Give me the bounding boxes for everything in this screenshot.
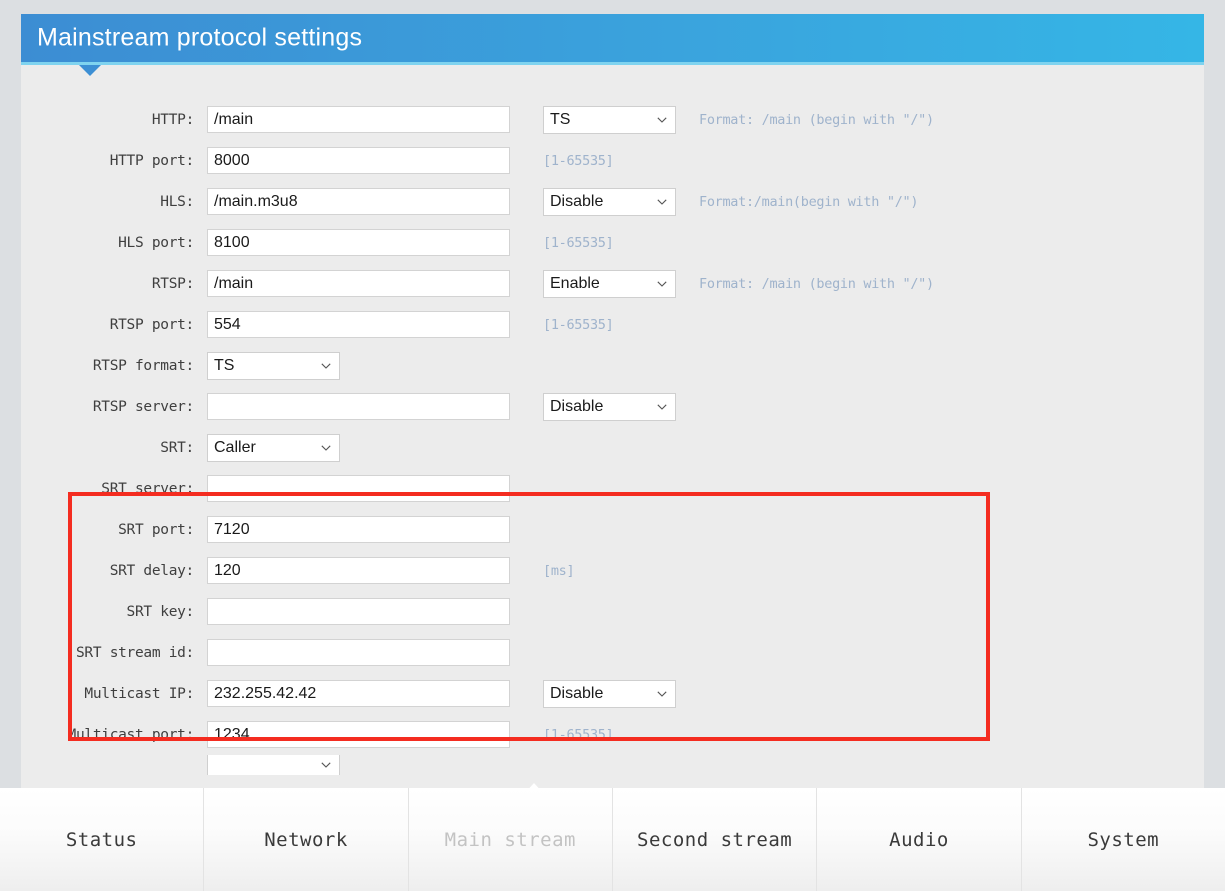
field-select-wrapper: Caller [207, 434, 340, 462]
field-text-input[interactable] [207, 475, 510, 502]
field-select-wrapper: TS [543, 106, 676, 134]
form-row: HTTP port: [1-65535] [21, 140, 1204, 181]
field-text-input[interactable] [207, 680, 510, 707]
field-select[interactable]: Disable [543, 680, 676, 708]
nav-tab-audio[interactable]: Audio [817, 788, 1021, 891]
nav-tab-network[interactable]: Network [204, 788, 408, 891]
field-label: HLS port: [21, 235, 207, 251]
field-select-wrapper: Disable [543, 393, 676, 421]
form-row: Multicast port: [1-65535] [21, 714, 1204, 755]
field-label: RTSP server: [21, 399, 207, 415]
nav-tab-second-stream[interactable]: Second stream [613, 788, 817, 891]
form-row: SRT key: [21, 591, 1204, 632]
field-text-input[interactable] [207, 270, 510, 297]
form-row: SRT server: [21, 468, 1204, 509]
field-text-input[interactable] [207, 188, 510, 215]
field-label: SRT key: [21, 604, 207, 620]
form-row: HLS: Disable Format:/main(begin with "/") [21, 181, 1204, 222]
form-row: HTTP: TS Format: /main (begin with "/") [21, 99, 1204, 140]
field-text-input[interactable] [207, 229, 510, 256]
field-select[interactable]: Enable [543, 270, 676, 298]
field-select-wrapper [207, 755, 340, 775]
form-row: RTSP port: [1-65535] [21, 304, 1204, 345]
form-row: SRT:Caller [21, 427, 1204, 468]
active-tab-pointer-triangle [513, 783, 555, 788]
field-select[interactable] [207, 755, 340, 775]
field-select-wrapper: Disable [543, 680, 676, 708]
field-text-input[interactable] [207, 639, 510, 666]
field-select-wrapper: Enable [543, 270, 676, 298]
field-hint: [1-65535] [543, 317, 613, 333]
field-text-input[interactable] [207, 516, 510, 543]
form-row: Multicast IP: Disable [21, 673, 1204, 714]
settings-panel: Mainstream protocol settings HTTP: TS Form… [21, 14, 1204, 788]
field-select-wrapper: Disable [543, 188, 676, 216]
form-row-clipped [21, 755, 1204, 775]
field-label: HLS: [21, 194, 207, 210]
field-label: HTTP port: [21, 153, 207, 169]
nav-tab-main-stream[interactable]: Main stream [409, 788, 613, 891]
field-select-wrapper: TS [207, 352, 340, 380]
field-hint: [1-65535] [543, 727, 613, 743]
field-text-input[interactable] [207, 721, 510, 748]
form-row: SRT port: [21, 509, 1204, 550]
field-select[interactable]: Disable [543, 393, 676, 421]
field-text-input[interactable] [207, 598, 510, 625]
bottom-navigation: StatusNetworkMain streamSecond streamAud… [0, 788, 1225, 891]
form-row: RTSP: Enable Format: /main (begin with "/"… [21, 263, 1204, 304]
field-text-input[interactable] [207, 147, 510, 174]
field-text-input[interactable] [207, 393, 510, 420]
field-select[interactable]: TS [207, 352, 340, 380]
nav-tab-status[interactable]: Status [0, 788, 204, 891]
field-label: RTSP port: [21, 317, 207, 333]
field-text-input[interactable] [207, 557, 510, 584]
field-label: SRT: [21, 440, 207, 456]
page-title: Mainstream protocol settings [37, 24, 362, 53]
field-label: SRT port: [21, 522, 207, 538]
field-hint: [1-65535] [543, 235, 613, 251]
field-label: Multicast port: [21, 727, 207, 743]
field-hint: [ms] [543, 563, 574, 579]
field-hint: Format:/main(begin with "/") [699, 194, 918, 210]
panel-header: Mainstream protocol settings [21, 14, 1204, 65]
field-label: SRT server: [21, 481, 207, 497]
nav-tab-system[interactable]: System [1022, 788, 1225, 891]
field-label: RTSP: [21, 276, 207, 292]
field-label: HTTP: [21, 112, 207, 128]
form-row: SRT delay: [ms] [21, 550, 1204, 591]
form-row: RTSP format:TS [21, 345, 1204, 386]
header-notch-triangle [79, 65, 101, 76]
field-select[interactable]: Disable [543, 188, 676, 216]
form-row: RTSP server: Disable [21, 386, 1204, 427]
form-row: SRT stream id: [21, 632, 1204, 673]
field-text-input[interactable] [207, 311, 510, 338]
field-hint: [1-65535] [543, 153, 613, 169]
field-text-input[interactable] [207, 106, 510, 133]
field-hint: Format: /main (begin with "/") [699, 276, 934, 292]
form-row: HLS port: [1-65535] [21, 222, 1204, 263]
field-select[interactable]: Caller [207, 434, 340, 462]
field-label: Multicast IP: [21, 686, 207, 702]
field-label: RTSP format: [21, 358, 207, 374]
field-label: SRT delay: [21, 563, 207, 579]
field-label: SRT stream id: [21, 645, 207, 661]
field-select[interactable]: TS [543, 106, 676, 134]
field-hint: Format: /main (begin with "/") [699, 112, 934, 128]
protocol-settings-form: HTTP:TSFormat: /main (begin with "/")HTT… [21, 65, 1204, 788]
